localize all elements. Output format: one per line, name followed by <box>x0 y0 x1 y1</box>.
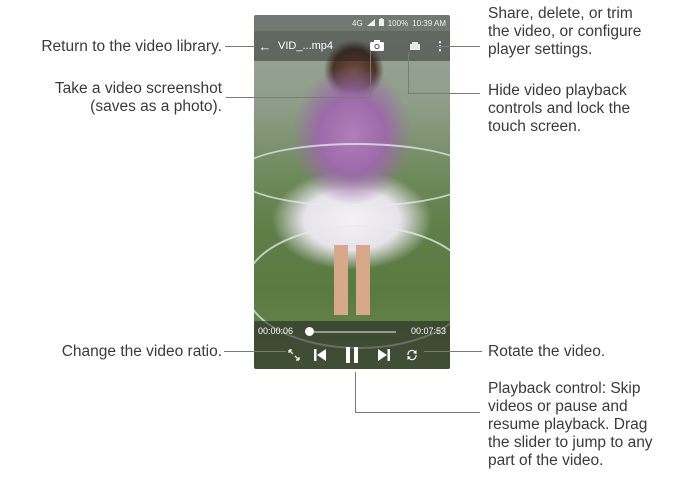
annotation-screenshot: Take a video screenshot (saves as a phot… <box>54 80 222 115</box>
leader-line-rotate <box>424 351 482 352</box>
elapsed-time: 00:00:06 <box>258 326 294 336</box>
seek-bar[interactable] <box>308 331 396 333</box>
player-bottom-bar: 00:00:06 00:07:53 <box>254 321 450 369</box>
battery-icon <box>378 18 384 28</box>
hula-hoop-graphic <box>254 143 450 207</box>
leader-line-screenshot <box>370 50 371 98</box>
previous-icon[interactable] <box>309 346 331 364</box>
clock: 10:39 AM <box>412 18 446 28</box>
annotation-menu: Share, delete, or trim the video, or con… <box>488 5 642 58</box>
video-frame-detail <box>334 245 370 315</box>
annotation-playback: Playback control: Skip videos or pause a… <box>488 380 653 469</box>
playback-controls <box>254 343 450 367</box>
annotation-rotate: Rotate the video. <box>488 343 606 360</box>
player-top-bar: ← VID_...mp4 ⋮ <box>254 31 450 61</box>
seek-slider-thumb[interactable] <box>305 327 315 336</box>
back-arrow-icon[interactable]: ← <box>254 39 276 54</box>
battery-percent: 100% <box>387 18 409 28</box>
status-bar: 4G 100% 10:39 AM <box>254 15 450 31</box>
annotation-lock: Hide video playback controls and lock th… <box>488 82 631 135</box>
pause-icon[interactable] <box>341 346 363 364</box>
leader-line-menu <box>436 46 480 47</box>
network-indicator: 4G <box>352 18 363 28</box>
total-duration: 00:07:53 <box>410 326 446 336</box>
leader-line-lock <box>408 93 480 94</box>
next-icon[interactable] <box>373 346 395 364</box>
leader-line-lock <box>408 52 409 94</box>
video-player-screen: 4G 100% 10:39 AM ← VID_...mp4 ⋮ 00:00:06 <box>254 15 450 369</box>
leader-line-screenshot <box>226 97 370 98</box>
lock-screen-icon[interactable] <box>410 41 424 51</box>
leader-line-back <box>225 46 255 47</box>
video-title: VID_...mp4 <box>278 40 334 52</box>
annotation-back: Return to the video library. <box>41 38 222 55</box>
leader-line-playback <box>355 372 356 412</box>
leader-line-ratio <box>224 351 286 352</box>
rotate-icon[interactable] <box>406 348 418 361</box>
camera-icon[interactable] <box>370 40 388 52</box>
annotation-ratio: Change the video ratio. <box>61 343 222 360</box>
leader-line-playback <box>355 412 480 413</box>
signal-icon <box>366 18 375 28</box>
